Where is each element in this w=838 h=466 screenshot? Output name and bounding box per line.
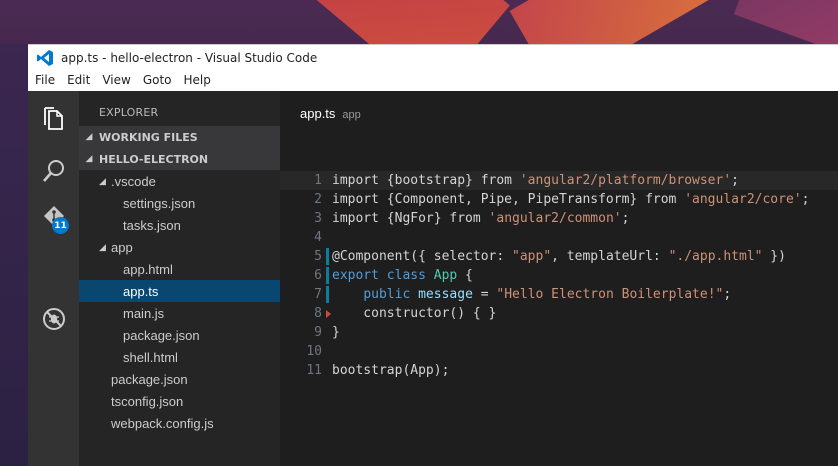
tree-file-tsconfig-json[interactable]: tsconfig.json bbox=[79, 390, 280, 412]
tree-file-app-ts[interactable]: app.ts bbox=[79, 280, 280, 302]
menu-edit[interactable]: Edit bbox=[61, 73, 96, 87]
tree-item-label: settings.json bbox=[123, 195, 196, 211]
code-line[interactable]: 11 bootstrap(App); bbox=[280, 361, 838, 380]
code-line[interactable]: 10 bbox=[280, 342, 838, 361]
git-modified-marker bbox=[326, 267, 329, 284]
line-number: 9 bbox=[314, 325, 322, 340]
code-text: import {bootstrap} from 'angular2/platfo… bbox=[332, 173, 739, 188]
working-files-label: WORKING FILES bbox=[99, 130, 198, 144]
menu-view[interactable]: View bbox=[96, 73, 136, 87]
tree-file-shell-html[interactable]: shell.html bbox=[79, 346, 280, 368]
tree-file-webpack-config[interactable]: webpack.config.js bbox=[79, 412, 280, 434]
tree-file-app-html[interactable]: app.html bbox=[79, 258, 280, 280]
tree-item-label: shell.html bbox=[123, 349, 178, 365]
menu-goto[interactable]: Goto bbox=[137, 73, 178, 87]
tree-item-label: webpack.config.js bbox=[111, 415, 214, 431]
code-line[interactable]: 1 import {bootstrap} from 'angular2/platf… bbox=[280, 171, 838, 190]
tree-item-label: tsconfig.json bbox=[111, 393, 184, 409]
line-number: 4 bbox=[314, 230, 322, 245]
menu-help[interactable]: Help bbox=[178, 73, 217, 87]
line-number: 8 bbox=[314, 306, 322, 321]
code-line[interactable]: 5 @Component({ selector: "app", templateU… bbox=[280, 247, 838, 266]
line-number: 5 bbox=[314, 249, 322, 264]
tree-item-label: package.json bbox=[111, 371, 188, 387]
tree-item-label: app bbox=[111, 239, 133, 255]
triangle-down-icon: ◢ bbox=[99, 241, 106, 252]
search-button[interactable] bbox=[28, 151, 79, 191]
working-files-header[interactable]: ◢ WORKING FILES bbox=[79, 126, 280, 148]
project-label: HELLO-ELECTRON bbox=[99, 152, 209, 166]
code-text: import {NgFor} from 'angular2/common'; bbox=[332, 211, 630, 226]
line-number: 1 bbox=[314, 173, 322, 188]
tree-item-label: tasks.json bbox=[123, 217, 181, 233]
code-text: @Component({ selector: "app", templateUr… bbox=[332, 249, 786, 264]
git-modified-marker bbox=[326, 248, 329, 265]
code-line[interactable]: 3 import {NgFor} from 'angular2/common'; bbox=[280, 209, 838, 228]
code-line[interactable]: 7 public message = "Hello Electron Boile… bbox=[280, 285, 838, 304]
debug-button[interactable] bbox=[28, 299, 79, 339]
line-number: 10 bbox=[306, 344, 322, 359]
code-line[interactable]: 6 export class App { bbox=[280, 266, 838, 285]
code-line[interactable]: 2 import {Component, Pipe, PipeTransform}… bbox=[280, 190, 838, 209]
code-text: public message = "Hello Electron Boilerp… bbox=[363, 287, 732, 302]
title-bar: app.ts - hello-electron - Visual Studio … bbox=[28, 44, 838, 70]
tree-file-package-json[interactable]: package.json bbox=[79, 368, 280, 390]
line-number: 2 bbox=[314, 192, 322, 207]
line-number: 6 bbox=[314, 268, 322, 283]
tree-item-label: app.ts bbox=[123, 283, 159, 299]
line-number: 3 bbox=[314, 211, 322, 226]
line-number: 11 bbox=[306, 363, 322, 378]
tree-item-label: app.html bbox=[123, 261, 173, 277]
vscode-window: app.ts - hello-electron - Visual Studio … bbox=[28, 44, 838, 466]
code-line[interactable]: 8 constructor() { } bbox=[280, 304, 838, 323]
git-changes-badge: 11 bbox=[52, 217, 69, 234]
window-title: app.ts - hello-electron - Visual Studio … bbox=[61, 50, 318, 65]
code-text: import {Component, Pipe, PipeTransform} … bbox=[332, 192, 810, 207]
git-deleted-marker bbox=[326, 310, 331, 318]
activity-bar: 11 bbox=[28, 91, 79, 466]
menu-bar: File Edit View Goto Help bbox=[28, 69, 838, 91]
editor-file-name: app.ts bbox=[300, 106, 336, 121]
files-icon bbox=[43, 107, 63, 130]
line-number: 7 bbox=[314, 287, 322, 302]
tree-folder-app[interactable]: ◢ app bbox=[79, 236, 280, 258]
git-button[interactable]: 11 bbox=[28, 197, 79, 237]
code-text: constructor() { } bbox=[332, 306, 497, 321]
tree-file-settings[interactable]: settings.json bbox=[79, 192, 280, 214]
editor-file-path: app bbox=[342, 109, 361, 121]
vscode-logo-icon bbox=[37, 49, 53, 66]
search-icon bbox=[42, 160, 64, 182]
code-line[interactable]: 4 bbox=[280, 228, 838, 247]
explorer-sidebar: EXPLORER ◢ WORKING FILES ◢ HELLO-ELECTRO… bbox=[79, 91, 280, 466]
desktop-background-strip bbox=[0, 44, 28, 466]
debug-icon bbox=[42, 308, 65, 330]
tree-file-app-package-json[interactable]: package.json bbox=[79, 324, 280, 346]
tree-item-label: package.json bbox=[123, 327, 200, 343]
tree-folder-vscode[interactable]: ◢ .vscode bbox=[79, 170, 280, 192]
tree-file-main-js[interactable]: main.js bbox=[79, 302, 280, 324]
editor-title: app.ts app bbox=[300, 106, 361, 121]
menu-file[interactable]: File bbox=[28, 73, 61, 87]
code-line[interactable]: 9} bbox=[280, 323, 838, 342]
code-text: } bbox=[332, 325, 340, 340]
triangle-down-icon: ◢ bbox=[99, 175, 106, 186]
code-text: export class App { bbox=[332, 268, 473, 283]
project-header[interactable]: ◢ HELLO-ELECTRON bbox=[79, 148, 280, 170]
tree-item-label: .vscode bbox=[111, 173, 156, 189]
triangle-down-icon: ◢ bbox=[85, 132, 93, 142]
triangle-down-icon: ◢ bbox=[85, 154, 93, 164]
explorer-button[interactable] bbox=[28, 99, 79, 139]
tree-item-label: main.js bbox=[123, 305, 165, 321]
desktop-background bbox=[0, 0, 838, 44]
git-modified-marker bbox=[326, 286, 329, 303]
tree-file-tasks[interactable]: tasks.json bbox=[79, 214, 280, 236]
code-editor[interactable]: app.ts app 1 import {bootstrap} from 'ang… bbox=[280, 91, 838, 466]
code-text: bootstrap(App); bbox=[332, 363, 450, 378]
explorer-title: EXPLORER bbox=[99, 106, 159, 119]
